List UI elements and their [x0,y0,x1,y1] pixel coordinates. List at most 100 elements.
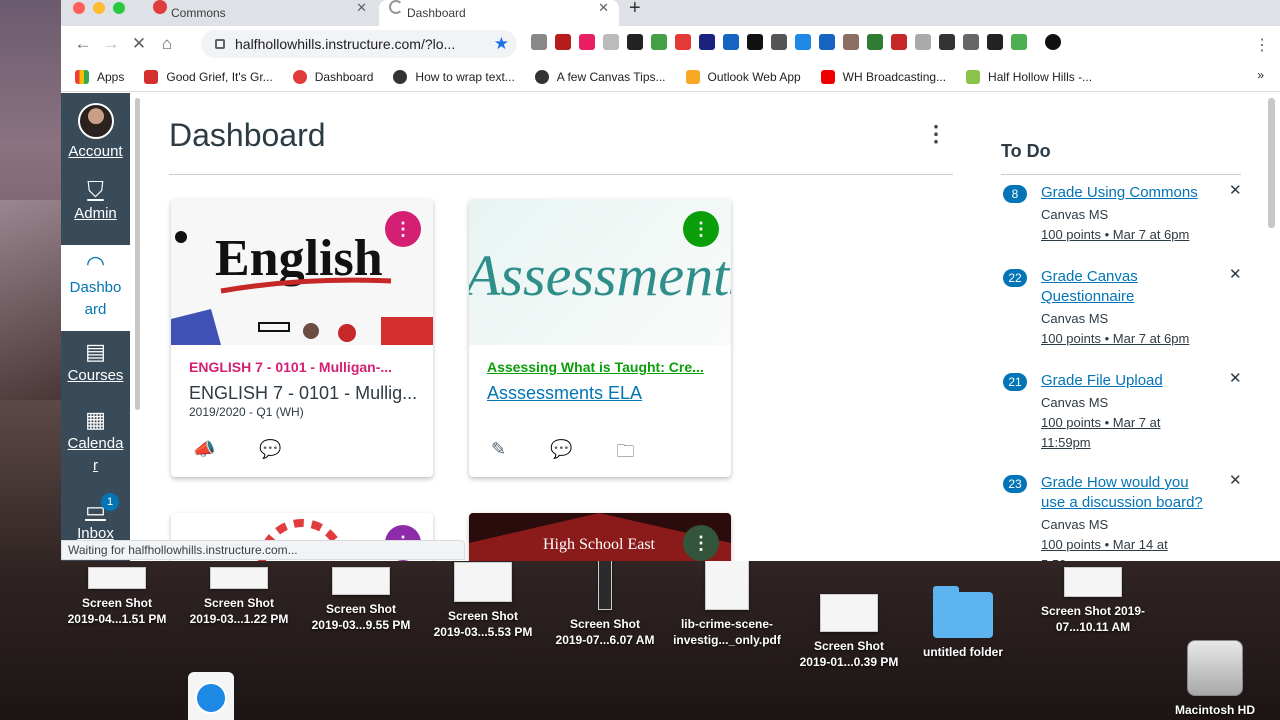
extension-icon[interactable] [819,34,835,50]
discussions-icon[interactable]: 💬 [259,439,281,460]
desktop-pdf[interactable]: lib-crime-scene-investig..._only.pdf [662,560,792,648]
desktop-file[interactable]: Screen Shot 2019-03...5.53 PM [418,562,548,640]
bookmark-item[interactable]: A few Canvas Tips... [534,69,666,84]
dismiss-icon[interactable]: ✕ [1229,369,1242,387]
extension-icon[interactable] [891,34,907,50]
extension-icon[interactable] [579,34,595,50]
course-card[interactable]: English ⋮ ENGLISH 7 - 0101 - Mulligan-..… [171,199,433,477]
desktop-disk[interactable]: Macintosh HD [1150,640,1280,718]
extension-icon[interactable] [795,34,811,50]
nav-courses[interactable]: ▤ Courses [61,341,130,387]
todo-title-link[interactable]: Grade Using Commons [1041,183,1211,203]
course-card-image[interactable]: English ⋮ [171,199,433,345]
extension-icon[interactable] [723,34,739,50]
card-options-button[interactable]: ⋮ [683,525,719,561]
extension-icon[interactable] [555,34,571,50]
extension-icon[interactable] [675,34,691,50]
todo-meta[interactable]: 100 points • Mar 7 at 6pm [1041,225,1221,245]
bookmark-item[interactable]: Half Hollow Hills -... [966,69,1092,84]
dismiss-icon[interactable]: ✕ [1229,265,1242,283]
extension-icon[interactable] [531,34,547,50]
bookmark-item[interactable]: Dashboard [292,69,373,84]
desktop-file[interactable]: Screen Shot 2019-03...9.55 PM [296,567,426,633]
desktop-file[interactable]: Screen Shot 2019-03...1.22 PM [174,567,304,627]
extension-icon[interactable] [651,34,667,50]
bookmark-item[interactable]: WH Broadcasting... [820,69,946,84]
desktop-file[interactable]: Screen Shot 2019-01...0.39 PM [784,594,914,670]
course-short-name[interactable]: Assessing What is Taught: Cre... [487,359,717,375]
extension-icon[interactable] [603,34,619,50]
todo-meta[interactable]: 100 points • Mar 7 at 6pm [1041,329,1221,349]
extension-icon[interactable] [867,34,883,50]
address-bar[interactable]: halfhollowhills.instructure.com/?lo... ★ [201,30,517,58]
desktop-file[interactable]: Screen Shot 2019-04...1.51 PM [52,567,182,627]
browser-menu-icon[interactable]: ⋮ [1254,35,1270,55]
extension-icon[interactable] [843,34,859,50]
course-card[interactable]: Assessments ⋮ Assessing What is Taught: … [469,199,731,477]
stop-loading-icon[interactable]: ✕ [125,34,153,54]
course-card[interactable]: High School East ⋮ [469,513,731,561]
extension-icon[interactable] [747,34,763,50]
todo-title-link[interactable]: Grade File Upload [1041,371,1211,391]
card-options-button[interactable]: ⋮ [385,211,421,247]
todo-meta[interactable]: 100 points • Mar 14 at 5:59pm [1041,535,1191,561]
bookmarks-overflow-icon[interactable]: » [1257,68,1264,82]
todo-item[interactable]: 22 Grade Canvas Questionnaire Canvas MS … [1001,265,1242,367]
desktop-folder[interactable]: untitled folder [898,586,1028,660]
forward-icon[interactable]: → [97,34,125,54]
minimize-window-button[interactable] [93,2,105,14]
nav-calendar[interactable]: ▦ Calendar [61,409,130,477]
profile-avatar-icon[interactable] [1045,34,1061,50]
course-name[interactable]: ENGLISH 7 - 0101 - Mullig... [189,383,419,404]
bookmark-item[interactable]: Outlook Web App [685,69,801,84]
dismiss-icon[interactable]: ✕ [1229,471,1242,489]
todo-title-link[interactable]: Grade How would you use a discussion boa… [1041,473,1211,513]
home-icon[interactable]: ⌂ [153,34,181,54]
nav-scrollbar[interactable] [135,98,140,410]
course-card-image[interactable]: Assessments ⋮ [469,199,731,345]
back-icon[interactable]: ← [69,34,97,54]
extension-icon[interactable] [627,34,643,50]
todo-meta[interactable]: 100 points • Mar 7 at 11:59pm [1041,413,1191,453]
extension-icon[interactable] [963,34,979,50]
page-scrollbar[interactable] [1268,98,1275,228]
extension-icon[interactable] [771,34,787,50]
todo-item[interactable]: 8 Grade Using Commons Canvas MS 100 poin… [1001,181,1242,263]
todo-title-link[interactable]: Grade Canvas Questionnaire [1041,267,1211,307]
close-window-button[interactable] [73,2,85,14]
tab-dashboard[interactable]: Dashboard ✕ [379,0,619,26]
bookmark-item[interactable]: How to wrap text... [393,69,515,84]
tab-commons[interactable]: Commons ✕ [143,0,377,26]
files-folder-icon[interactable]: 🗀 [617,439,635,469]
extension-icon[interactable] [987,34,1003,50]
desktop-file[interactable]: Screen Shot 2019-07...6.07 AM [540,560,670,648]
close-tab-icon[interactable]: ✕ [598,0,609,16]
discussions-icon[interactable]: 💬 [550,439,572,469]
bookmark-item[interactable]: Good Grief, It's Gr... [144,69,273,84]
nav-account[interactable]: Account [61,103,130,163]
course-short-name[interactable]: ENGLISH 7 - 0101 - Mulligan-... [189,359,419,375]
bookmark-star-icon[interactable]: ★ [494,34,509,54]
zoom-window-button[interactable] [113,2,125,14]
new-tab-button[interactable]: + [629,0,641,20]
extension-icon[interactable] [699,34,715,50]
assignments-icon[interactable]: ✎ [491,439,506,469]
todo-item[interactable]: 21 Grade File Upload Canvas MS 100 point… [1001,369,1242,471]
close-tab-icon[interactable]: ✕ [356,0,367,16]
card-options-button[interactable]: ⋮ [683,211,719,247]
bookmark-apps[interactable]: Apps [75,69,124,84]
announcements-icon[interactable]: 📣 [193,439,215,460]
safari-icon[interactable] [188,672,234,720]
nav-dashboard[interactable]: ◠ Dashboard [61,245,130,331]
todo-item[interactable]: 23 Grade How would you use a discussion … [1001,471,1242,561]
dashboard-options-icon[interactable]: ⋮ [925,121,947,147]
desktop-file[interactable]: Screen Shot 2019-07...10.11 AM [1028,567,1158,635]
dismiss-icon[interactable]: ✕ [1229,181,1242,199]
extension-icon[interactable] [939,34,955,50]
course-name[interactable]: Asssessments ELA [487,383,717,404]
course-card-image[interactable]: High School East ⋮ [469,513,731,561]
nav-admin[interactable]: ⛉ Admin [61,179,130,225]
extension-icon[interactable] [1011,34,1027,50]
extension-icon[interactable] [915,34,931,50]
nav-inbox[interactable]: ▭ Inbox [61,499,130,545]
